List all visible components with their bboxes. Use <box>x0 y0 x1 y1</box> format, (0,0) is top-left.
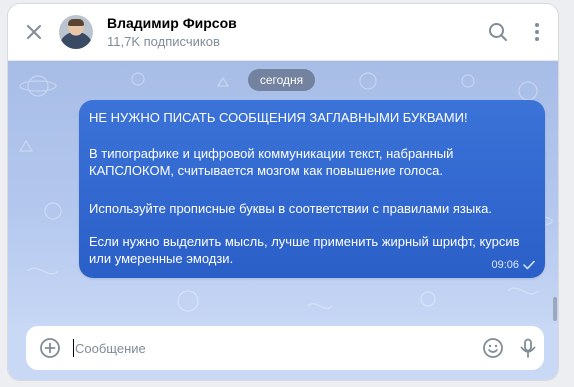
compose-bar <box>8 323 558 380</box>
date-separator: сегодня <box>248 69 315 91</box>
message-line: КАПСЛОКОМ, считывается мозгом как повыше… <box>89 163 443 178</box>
more-menu-button[interactable] <box>526 21 548 43</box>
compose-field <box>26 326 544 370</box>
message-line: или умеренные эмодзи. <box>89 251 234 266</box>
smile-icon <box>483 338 503 358</box>
emoji-button[interactable] <box>482 337 504 359</box>
message-line: В типографике и цифровой коммуникации те… <box>89 146 454 161</box>
check-icon <box>523 260 535 270</box>
avatar[interactable] <box>59 15 93 49</box>
chat-title[interactable]: Владимир Фирсов <box>107 15 237 31</box>
outgoing-message[interactable]: НЕ НУЖНО ПИСАТЬ СООБЩЕНИЯ ЗАГЛАВНЫМИ БУК… <box>79 100 545 278</box>
scrollbar-thumb[interactable] <box>553 297 557 321</box>
message-time: 09:06 <box>491 259 519 271</box>
plus-circle-icon <box>40 338 60 358</box>
close-button[interactable] <box>24 22 44 42</box>
message-line: Используйте прописные буквы в соответств… <box>89 201 493 216</box>
message-area: сегодня НЕ НУЖНО ПИСАТЬ СООБЩЕНИЯ ЗАГЛАВ… <box>8 61 558 323</box>
close-icon <box>27 25 41 39</box>
subscriber-count: 11,7K подписчиков <box>107 34 220 49</box>
text-caret <box>73 339 74 357</box>
more-vertical-icon <box>535 23 539 41</box>
microphone-button[interactable] <box>517 337 539 359</box>
microphone-icon <box>520 338 536 358</box>
search-icon <box>489 23 507 41</box>
search-button[interactable] <box>487 21 509 43</box>
message-input[interactable] <box>75 338 435 358</box>
attach-button[interactable] <box>39 337 61 359</box>
message-line: НЕ НУЖНО ПИСАТЬ СООБЩЕНИЯ ЗАГЛАВНЫМИ БУК… <box>89 110 468 125</box>
chat-header: Владимир Фирсов 11,7K подписчиков <box>8 4 558 61</box>
chat-window: Владимир Фирсов 11,7K подписчиков сегодн… <box>8 4 558 380</box>
message-line: Если нужно выделить мысль, лучше примени… <box>89 234 520 249</box>
